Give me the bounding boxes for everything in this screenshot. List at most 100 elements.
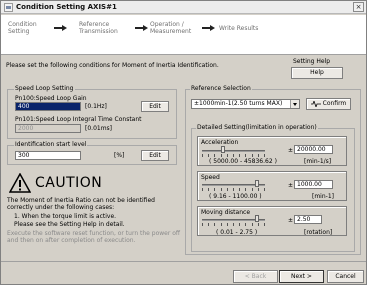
slider-tick (252, 223, 253, 226)
caution-line-2: correctly under the following cases: (7, 204, 115, 211)
acceleration-slider-ticks (202, 154, 265, 157)
slider-tick (245, 223, 246, 226)
speed-loop-group-label: Speed Loop Setting (14, 85, 75, 92)
caution-reset-note-1: Execute the software reset function, or … (7, 230, 181, 237)
moving-distance-slider-thumb[interactable] (255, 215, 260, 222)
wizard-steps: Condition Setting Reference Transmission… (1, 15, 366, 55)
slider-tick (227, 188, 228, 191)
slider-tick (202, 223, 203, 226)
reference-select[interactable]: ±1000min-1(2.50 turns MAX) (191, 99, 300, 109)
moving-distance-slider-ticks (202, 223, 265, 226)
slider-tick (221, 188, 222, 191)
acceleration-slider-track[interactable] (202, 150, 265, 152)
slider-tick (264, 223, 265, 226)
slider-tick (233, 154, 234, 157)
next-button[interactable]: Next > (279, 270, 324, 283)
slider-tick (221, 154, 222, 157)
acceleration-range: ( 5000.00 - 45836.62 ) (209, 158, 277, 165)
speed-sign: ± (288, 182, 294, 189)
warning-icon (9, 173, 31, 193)
slider-tick (202, 188, 203, 191)
slider-tick (208, 188, 209, 191)
reference-selection-group-label: Reference Selection (190, 85, 252, 92)
moving-distance-unit: [rotation] (304, 229, 333, 236)
caution-reset-note-2: and then on after completion of executio… (7, 237, 136, 244)
reference-select-value: ±1000min-1(2.50 turns MAX) (194, 100, 283, 107)
cancel-button[interactable]: Cancel (327, 270, 364, 283)
slider-tick (252, 188, 253, 191)
slider-tick (239, 223, 240, 226)
slider-tick (233, 188, 234, 191)
chevron-down-icon[interactable] (290, 100, 299, 108)
speed-range: ( 9.16 - 1100.00 ) (209, 193, 262, 200)
slider-tick (208, 223, 209, 226)
slider-tick (264, 154, 265, 157)
speed-loop-gain-label: Pn100:Speed Loop Gain (15, 95, 87, 102)
moving-distance-input[interactable]: 2.50 (294, 215, 322, 224)
speed-input[interactable]: 1000.00 (294, 180, 333, 189)
slider-tick (258, 223, 259, 226)
title-bar[interactable]: Condition Setting AXIS#1 × (1, 1, 366, 14)
slider-tick (221, 223, 222, 226)
slider-tick (214, 223, 215, 226)
slider-tick (227, 154, 228, 157)
slider-tick (245, 188, 246, 191)
speed-slider-ticks (202, 188, 265, 191)
instruction-text: Please set the following conditions for … (6, 62, 219, 69)
detailed-setting-group-label: Detailed Setting(limitation in operation… (196, 124, 318, 131)
acceleration-slider-thumb[interactable] (221, 146, 226, 153)
slider-tick (245, 154, 246, 157)
speed-loop-gain-edit-button[interactable]: Edit (141, 101, 169, 112)
moving-distance-sign: ± (288, 217, 294, 224)
speed-unit: [min-1] (312, 193, 334, 200)
slider-tick (239, 188, 240, 191)
step-arrow-icon (54, 25, 67, 31)
speed-loop-gain-unit: [0.1Hz] (85, 103, 107, 110)
acceleration-label: Acceleration (201, 139, 239, 146)
slider-tick (264, 188, 265, 191)
close-button[interactable]: × (353, 2, 364, 12)
step-write-results: Write Results (219, 25, 259, 32)
caution-item-2: Please see the Setting Help in detail. (14, 221, 125, 228)
integral-time-label: Pn101:Speed Loop Integral Time Constant (15, 116, 142, 123)
speed-loop-gain-input[interactable]: 400 (15, 102, 81, 111)
speed-slider-thumb[interactable] (255, 180, 260, 187)
step-arrow-icon (202, 25, 215, 31)
caution-line-1: The Moment of Inertia Ratio can not be i… (7, 197, 155, 204)
slider-tick (227, 223, 228, 226)
acceleration-unit: [min-1/s] (304, 158, 332, 165)
confirm-button[interactable]: Confirm (306, 98, 351, 110)
slider-tick (258, 154, 259, 157)
moving-distance-label: Moving distance (201, 209, 251, 216)
identification-edit-button[interactable]: Edit (141, 150, 169, 161)
caution-item-1: 1. When the torque limit is active. (14, 213, 117, 220)
identification-level-unit: [%] (114, 152, 125, 159)
caution-title: CAUTION (35, 175, 103, 191)
integral-time-input: 2000 (15, 124, 81, 133)
app-icon (4, 3, 13, 12)
identification-level-input[interactable]: 300 (15, 151, 81, 160)
acceleration-input[interactable]: 20000.00 (294, 145, 333, 154)
step-operation-measurement: Operation / Measurement (150, 21, 192, 35)
slider-tick (202, 154, 203, 157)
slider-tick (214, 154, 215, 157)
waveform-icon (310, 99, 321, 108)
help-button[interactable]: Help (291, 67, 343, 79)
confirm-button-label: Confirm (322, 100, 347, 107)
step-condition-setting: Condition Setting (8, 21, 37, 35)
slider-tick (214, 188, 215, 191)
window-title: Condition Setting AXIS#1 (16, 3, 117, 11)
footer-divider (1, 261, 366, 262)
identification-group-label: Identification start level (14, 141, 88, 148)
slider-tick (233, 223, 234, 226)
slider-tick (252, 154, 253, 157)
slider-tick (239, 154, 240, 157)
speed-label: Speed (201, 174, 220, 181)
slider-tick (208, 154, 209, 157)
acceleration-sign: ± (288, 147, 294, 154)
setting-help-label: Setting Help (293, 58, 331, 65)
moving-distance-range: ( 0.01 - 2.75 ) (216, 229, 258, 236)
back-button: < Back (233, 270, 278, 283)
condition-setting-window: Condition Setting AXIS#1 × Condition Set… (0, 0, 367, 285)
step-reference-transmission: Reference Transmission (79, 21, 118, 35)
